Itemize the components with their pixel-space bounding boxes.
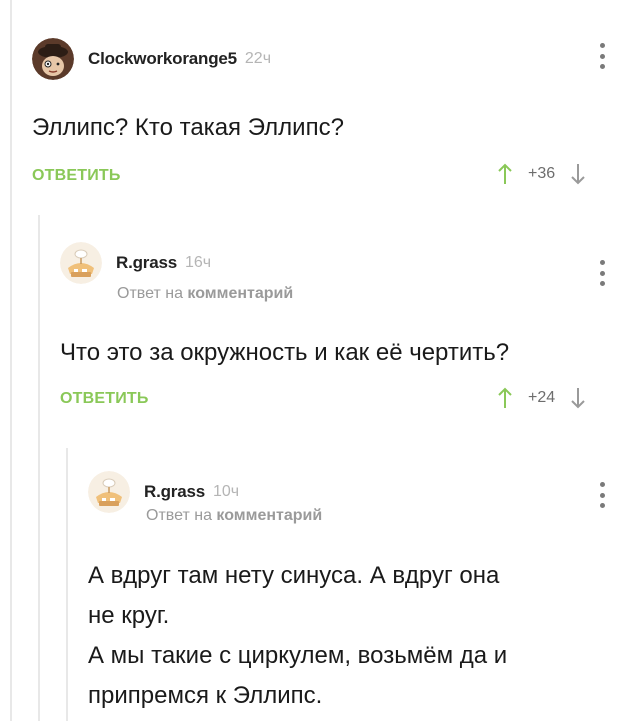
comment-time: 10ч xyxy=(212,483,240,500)
rating-count: +36 xyxy=(528,165,556,182)
downvote-arrow-icon[interactable] xyxy=(571,387,585,409)
rating-control: +36 xyxy=(498,163,585,185)
reply-to-link[interactable]: комментарий xyxy=(187,285,293,302)
comment-text: А вдруг там нету синуса. А вдруг она не … xyxy=(88,556,507,716)
rating-control: +24 xyxy=(498,387,585,409)
more-options-icon[interactable] xyxy=(598,43,606,69)
comment-text-line: не круг. xyxy=(88,602,170,629)
more-options-icon[interactable] xyxy=(598,260,606,286)
comment-text: Эллипс? Кто такая Эллипс? xyxy=(32,108,344,148)
thread-line-level-2 xyxy=(38,215,40,721)
reply-to-link[interactable]: комментарий xyxy=(216,507,322,524)
comment-time: 16ч xyxy=(184,254,212,271)
comment-header: R.grass 16ч xyxy=(60,242,211,284)
avatar[interactable] xyxy=(88,471,130,513)
thread-line-level-1 xyxy=(10,0,12,721)
comment-text-line: Эллипс? Кто такая Эллипс? xyxy=(32,114,344,141)
reply-to-prefix: Ответ на xyxy=(146,507,212,524)
avatar[interactable] xyxy=(60,242,102,284)
more-options-icon[interactable] xyxy=(598,482,606,508)
reply-to-label: Ответ на комментарий xyxy=(146,507,322,525)
comment-author[interactable]: Clockworkorange5 xyxy=(88,49,237,69)
reply-button[interactable]: ОТВЕТИТЬ xyxy=(60,390,149,408)
comment-text-line: припремся к Эллипс. xyxy=(88,682,323,709)
reply-to-label: Ответ на комментарий xyxy=(117,285,293,303)
comment-time: 22ч xyxy=(244,50,272,67)
reply-button[interactable]: ОТВЕТИТЬ xyxy=(32,167,121,185)
reply-to-prefix: Ответ на xyxy=(117,285,183,302)
rating-count: +24 xyxy=(528,389,556,406)
comment-text-line: А вдруг там нету синуса. А вдруг она xyxy=(88,562,500,589)
comment-text: Что это за окружность и как её чертить? xyxy=(60,333,509,373)
comment-header: Clockworkorange5 22ч xyxy=(32,38,271,80)
comment-text-line: Что это за окружность и как её чертить? xyxy=(60,339,510,366)
upvote-arrow-icon[interactable] xyxy=(498,387,512,409)
upvote-arrow-icon[interactable] xyxy=(498,163,512,185)
comment-text-line: А мы такие с циркулем, возьмём да и xyxy=(88,642,508,669)
downvote-arrow-icon[interactable] xyxy=(571,163,585,185)
avatar[interactable] xyxy=(32,38,74,80)
comment-author[interactable]: R.grass xyxy=(116,253,177,273)
comment-author[interactable]: R.grass xyxy=(144,482,205,502)
thread-line-level-3 xyxy=(66,448,68,721)
